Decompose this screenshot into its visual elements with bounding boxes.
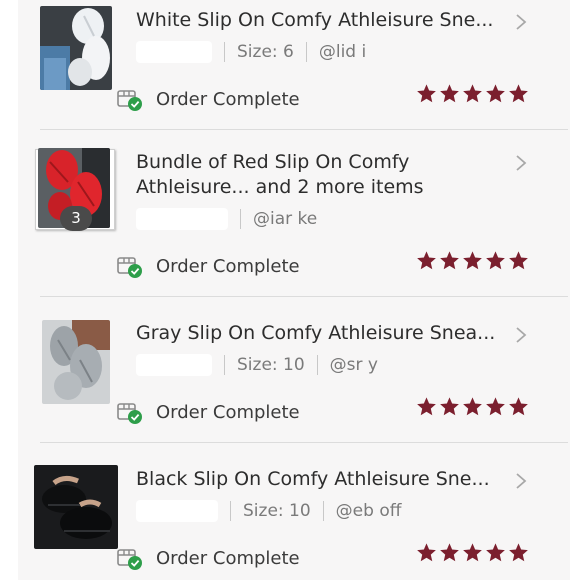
status-label: Order Complete xyxy=(156,401,300,423)
star-icon xyxy=(417,543,436,562)
seller-handle[interactable]: @sr y xyxy=(330,355,378,375)
row-divider xyxy=(40,129,568,130)
package-check-icon xyxy=(117,549,142,570)
status-label: Order Complete xyxy=(156,547,300,569)
order-status: Order Complete xyxy=(116,399,300,425)
meta-divider xyxy=(240,209,241,229)
star-icon xyxy=(509,84,528,103)
order-size: Size: 10 xyxy=(237,355,305,375)
seller-handle[interactable]: @iar ke xyxy=(253,209,317,229)
package-check-icon xyxy=(117,403,142,424)
star-icon xyxy=(417,397,436,416)
star-icon xyxy=(440,251,459,270)
product-image-white-sneakers[interactable] xyxy=(40,6,112,90)
star-icon xyxy=(440,397,459,416)
meta-divider xyxy=(322,501,324,521)
order-meta: Size: 10 @sr y xyxy=(136,353,378,377)
order-meta: @iar ke xyxy=(136,207,317,231)
star-icon xyxy=(463,543,482,562)
status-label: Order Complete xyxy=(156,255,300,277)
rating-stars xyxy=(416,396,529,417)
redacted-name xyxy=(136,354,212,376)
product-image-gray-sneakers[interactable] xyxy=(42,320,110,404)
order-list-page: White Slip On Comfy Athleisure Sne... Si… xyxy=(18,0,570,580)
order-status: Order Complete xyxy=(116,545,300,571)
order-title[interactable]: Bundle of Red Slip On Comfy Athleisure..… xyxy=(136,150,436,200)
order-title[interactable]: White Slip On Comfy Athleisure Sne... xyxy=(136,8,516,33)
meta-divider xyxy=(305,42,307,62)
chevron-right-icon[interactable] xyxy=(513,471,529,491)
seller-handle[interactable]: @lid i xyxy=(319,42,366,62)
order-size: Size: 10 xyxy=(243,501,311,521)
star-icon xyxy=(509,397,528,416)
star-icon xyxy=(486,251,505,270)
meta-divider xyxy=(316,355,318,375)
star-icon xyxy=(440,84,459,103)
redacted-name xyxy=(136,208,228,230)
rating-stars xyxy=(416,250,529,271)
rating-stars xyxy=(416,83,529,104)
star-icon xyxy=(417,251,436,270)
star-icon xyxy=(486,84,505,103)
star-icon xyxy=(417,84,436,103)
chevron-right-icon[interactable] xyxy=(513,325,529,345)
redacted-name xyxy=(136,41,212,63)
meta-divider xyxy=(230,501,231,521)
seller-handle[interactable]: @eb off xyxy=(336,501,402,521)
package-check-icon xyxy=(117,90,142,111)
product-image-black-sneakers[interactable] xyxy=(34,465,118,549)
order-title[interactable]: Black Slip On Comfy Athleisure Sne... xyxy=(136,467,516,492)
package-check-icon xyxy=(117,257,142,278)
star-icon xyxy=(486,543,505,562)
redacted-name xyxy=(136,500,218,522)
order-size: Size: 6 xyxy=(237,42,294,62)
star-icon xyxy=(509,543,528,562)
row-divider xyxy=(40,442,568,443)
item-count-badge: 3 xyxy=(60,206,92,231)
rating-stars xyxy=(416,542,529,563)
order-status: Order Complete xyxy=(116,86,300,112)
meta-divider xyxy=(224,355,225,375)
star-icon xyxy=(463,397,482,416)
status-label: Order Complete xyxy=(156,88,300,110)
chevron-right-icon[interactable] xyxy=(513,153,529,173)
order-title[interactable]: Gray Slip On Comfy Athleisure Snea... xyxy=(136,321,516,346)
chevron-right-icon[interactable] xyxy=(513,12,529,32)
order-meta: Size: 10 @eb off xyxy=(136,499,401,523)
row-divider xyxy=(40,296,568,297)
star-icon xyxy=(463,251,482,270)
star-icon xyxy=(440,543,459,562)
star-icon xyxy=(486,397,505,416)
meta-divider xyxy=(224,42,225,62)
star-icon xyxy=(509,251,528,270)
order-status: Order Complete xyxy=(116,253,300,279)
order-meta: Size: 6 @lid i xyxy=(136,40,366,64)
star-icon xyxy=(463,84,482,103)
